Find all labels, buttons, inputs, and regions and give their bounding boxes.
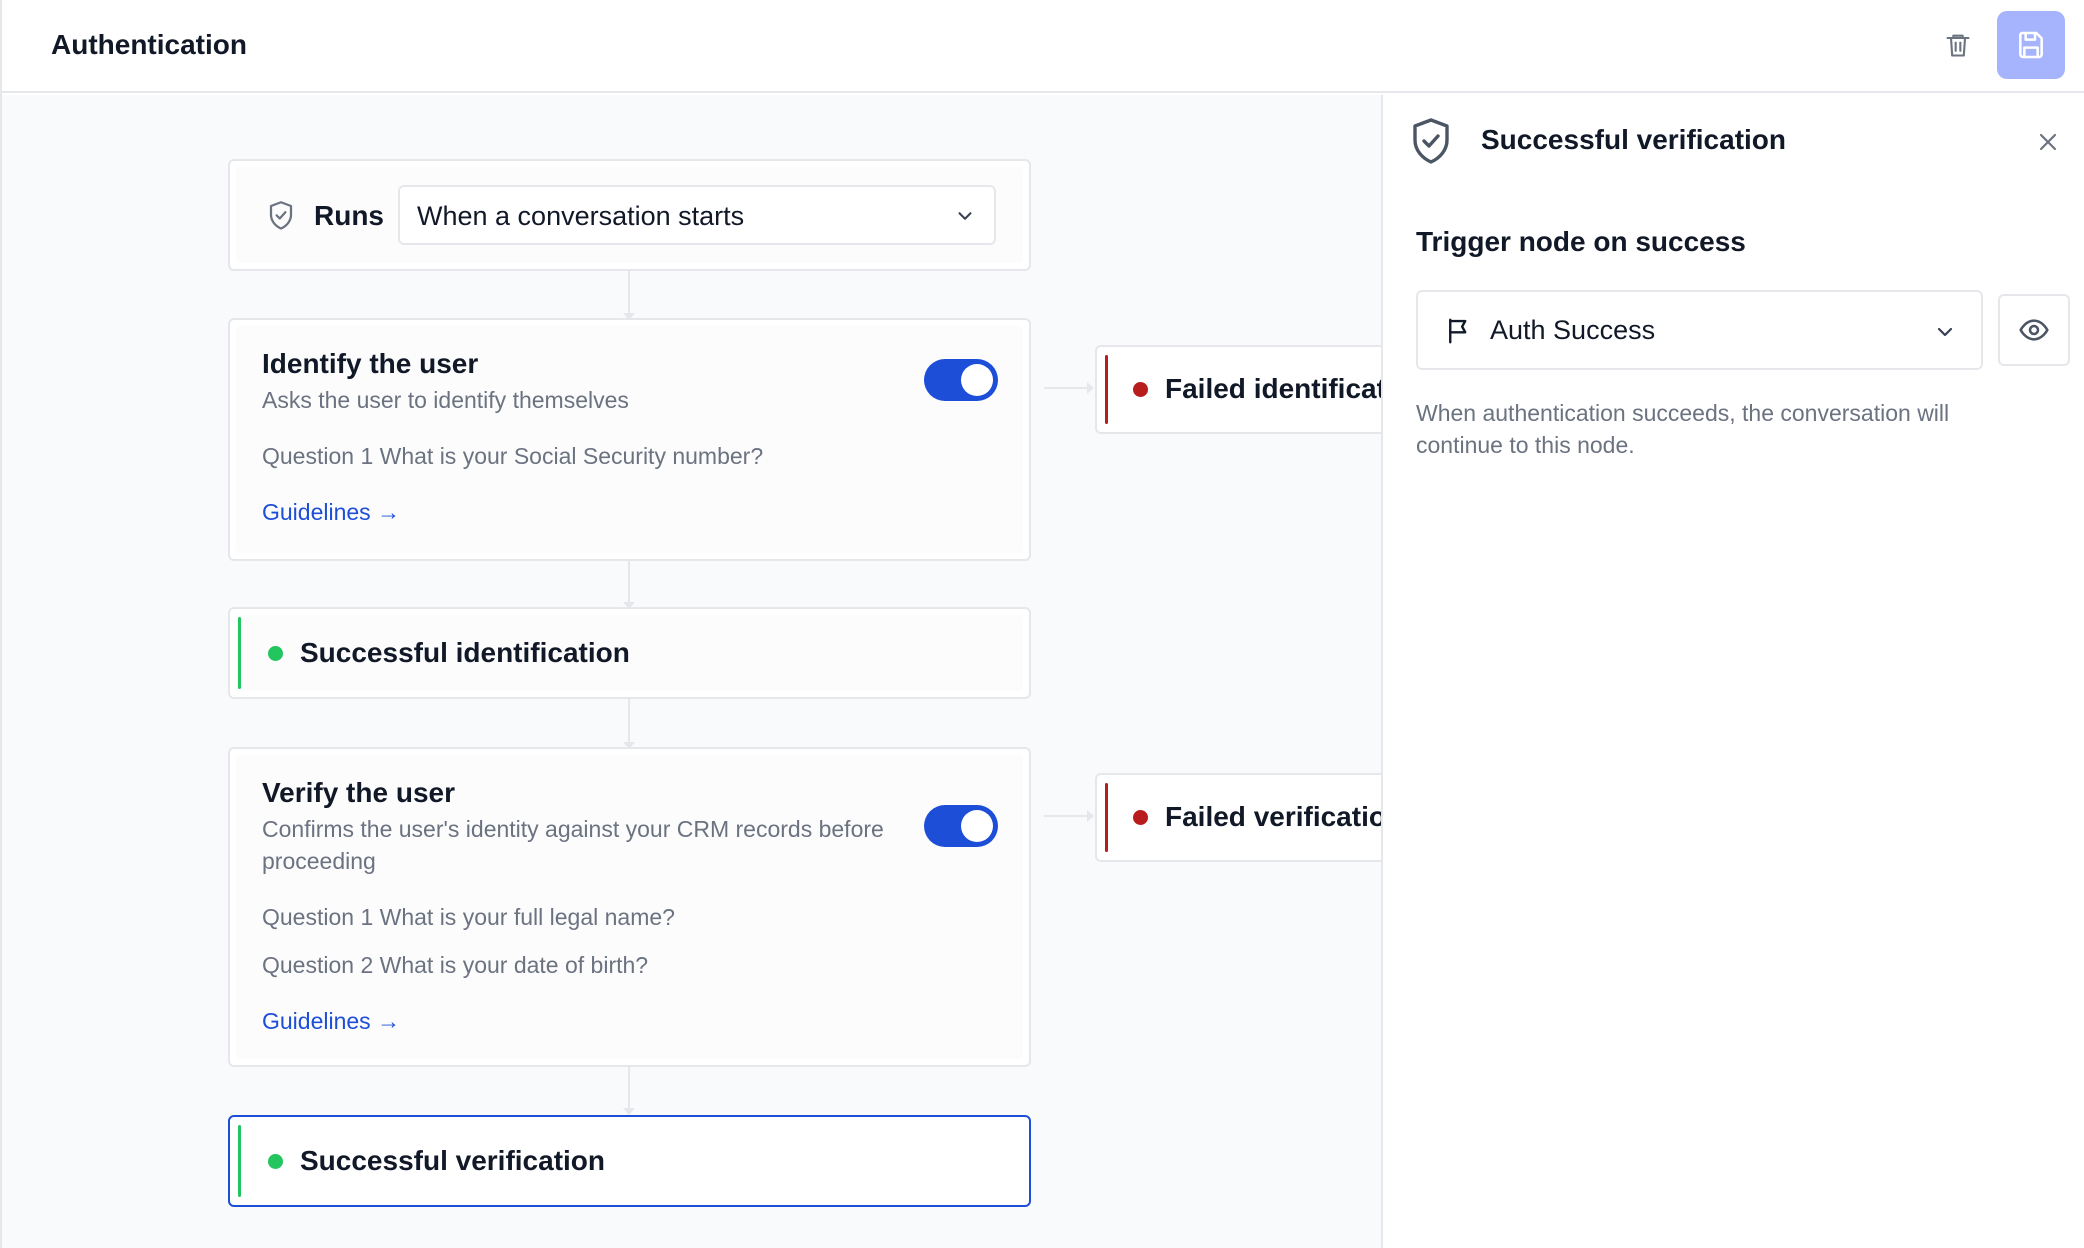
question-text: Question 1 What is your full legal name?: [262, 904, 675, 930]
runs-card: Runs When a conversation starts: [228, 159, 1031, 271]
delete-button[interactable]: [1935, 22, 1981, 68]
trash-icon: [1946, 34, 1970, 57]
save-button[interactable]: [1997, 11, 2065, 79]
connector: [623, 270, 635, 320]
flag-icon: [1449, 318, 1467, 344]
preview-node-button[interactable]: [1998, 294, 2070, 366]
successful-identification-card[interactable]: Successful identification: [228, 607, 1031, 699]
trigger-select[interactable]: When a conversation starts: [398, 185, 996, 245]
step-title: Verify the user: [262, 777, 455, 808]
flow-canvas[interactable]: Runs When a conversation starts Identify…: [2, 95, 1428, 1248]
connector: [1044, 810, 1094, 822]
panel-title: Successful verification: [1481, 124, 1787, 155]
page-title: Authentication: [51, 29, 247, 60]
connector: [1044, 382, 1094, 394]
verify-user-card[interactable]: Verify the user Confirms the user's iden…: [228, 747, 1031, 1067]
verify-enabled-toggle[interactable]: [924, 805, 998, 847]
outcome-label: Successful identification: [300, 637, 630, 668]
close-panel-button[interactable]: [2033, 127, 2063, 157]
chevron-down-icon: [1937, 327, 1953, 337]
toggle-knob: [961, 364, 993, 396]
connector: [623, 1065, 635, 1115]
successful-verification-card[interactable]: Successful verification: [228, 1115, 1031, 1207]
outcome-label: Successful verification: [300, 1145, 606, 1176]
step-title: Identify the user: [262, 348, 479, 379]
identify-enabled-toggle[interactable]: [924, 359, 998, 401]
trigger-node-value: Auth Success: [1490, 315, 1656, 345]
shield-check-icon: [269, 201, 293, 230]
trigger-node-select[interactable]: Auth Success: [1416, 290, 1983, 370]
eye-icon: [2019, 319, 2049, 341]
connector: [623, 559, 635, 609]
connector: [623, 699, 635, 749]
status-dot: [268, 646, 283, 661]
helper-text: When authentication succeeds, the conver…: [1416, 400, 1950, 458]
status-dot: [268, 1154, 283, 1169]
status-bar: [238, 1125, 241, 1197]
toggle-knob: [961, 810, 993, 842]
identify-user-card[interactable]: Identify the user Asks the user to ident…: [228, 318, 1031, 561]
outcome-label: Failed verification: [1165, 801, 1404, 832]
status-dot: [1133, 810, 1148, 825]
close-icon: [2039, 133, 2057, 151]
shield-check-icon: [1413, 118, 1449, 164]
status-bar: [1105, 783, 1108, 852]
status-bar: [1105, 355, 1108, 424]
guidelines-link[interactable]: Guidelines →: [262, 497, 400, 527]
question-text: Question 2 What is your date of birth?: [262, 952, 649, 978]
failed-identification-card[interactable]: Failed identification: [1095, 345, 1428, 434]
step-description: Confirms the user's identity against you…: [262, 816, 884, 874]
header-bar: Authentication: [2, 0, 2084, 93]
step-description: Asks the user to identify themselves: [262, 387, 629, 413]
status-bar: [238, 617, 241, 689]
guidelines-link[interactable]: Guidelines →: [262, 1006, 400, 1036]
details-panel: Successful verification Trigger node on …: [1381, 95, 2084, 1248]
failed-verification-card[interactable]: Failed verification: [1095, 773, 1415, 862]
trigger-select-value: When a conversation starts: [417, 201, 745, 231]
section-label: Trigger node on success: [1416, 226, 1746, 257]
save-icon: [2019, 31, 2043, 59]
status-dot: [1133, 382, 1148, 397]
chevron-down-icon: [958, 212, 972, 220]
runs-label: Runs: [314, 200, 384, 231]
question-text: Question 1 What is your Social Security …: [262, 443, 764, 469]
